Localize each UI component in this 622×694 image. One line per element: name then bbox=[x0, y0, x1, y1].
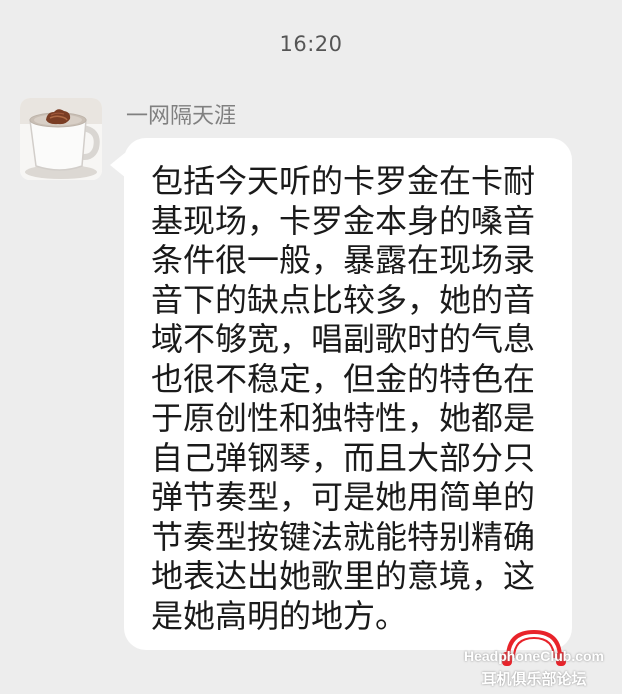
message-timestamp: 16:20 bbox=[279, 32, 343, 56]
sender-avatar[interactable] bbox=[20, 98, 102, 180]
sender-name: 一网隔天涯 bbox=[126, 104, 237, 129]
watermark-brand: HeadphoneClub.com bbox=[463, 648, 604, 664]
coffee-cup-avatar-icon bbox=[20, 98, 102, 180]
message-text[interactable]: 包括今天听的卡罗金在卡耐 基现场，卡罗金本身的嗓音 条件很一般，暴露在现场录 音… bbox=[151, 162, 547, 636]
chat-screen: 16:20 一网隔天涯 包括今天听的卡罗金在卡耐 基现场，卡罗金本身的嗓音 条件… bbox=[0, 0, 622, 694]
watermark: HeadphoneClub.com 耳机俱乐部论坛 bbox=[454, 626, 614, 690]
watermark-subtitle: 耳机俱乐部论坛 bbox=[481, 670, 587, 688]
message-bubble[interactable]: 包括今天听的卡罗金在卡耐 基现场，卡罗金本身的嗓音 条件很一般，暴露在现场录 音… bbox=[124, 138, 572, 650]
